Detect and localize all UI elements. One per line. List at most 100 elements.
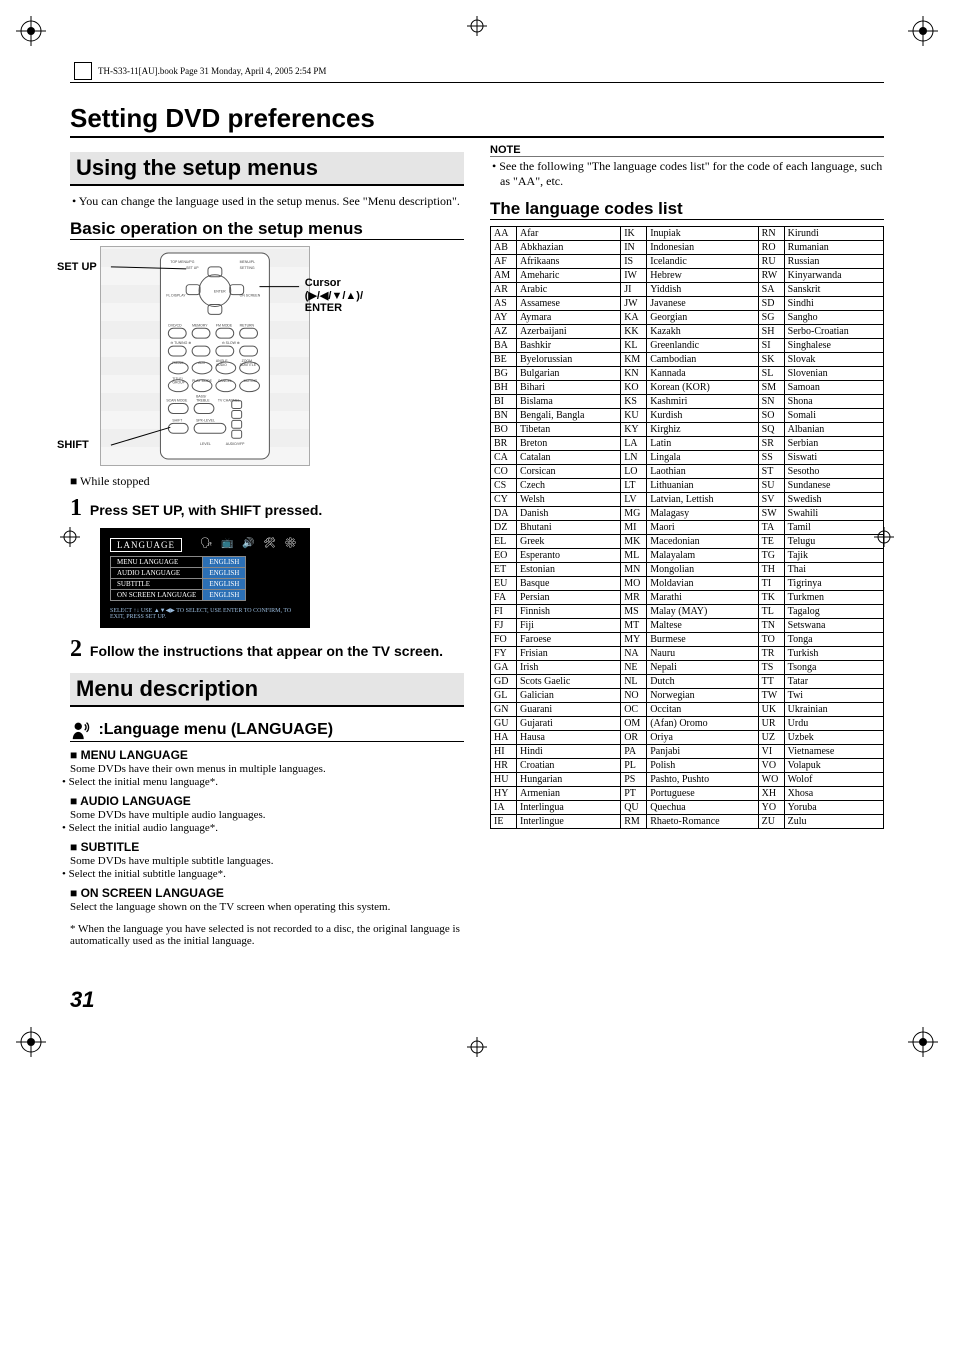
lang-code: SU bbox=[758, 479, 784, 493]
lang-code: TH bbox=[758, 563, 784, 577]
lang-name: Twi bbox=[784, 689, 883, 703]
lang-name: Zulu bbox=[784, 815, 883, 829]
lang-name: Gujarati bbox=[517, 717, 621, 731]
lang-name: Serbo-Croatian bbox=[784, 325, 883, 339]
table-row: ELGreekMKMacedonianTETelugu bbox=[491, 535, 884, 549]
lang-code: SK bbox=[758, 353, 784, 367]
lang-code: KU bbox=[621, 409, 647, 423]
lang-code: KY bbox=[621, 423, 647, 437]
lang-code: BN bbox=[491, 409, 517, 423]
lang-code: BA bbox=[491, 339, 517, 353]
lang-code: TO bbox=[758, 633, 784, 647]
menu-description-heading: Menu description bbox=[70, 673, 464, 707]
table-row: IEInterlingueRMRhaeto-RomanceZUZulu bbox=[491, 815, 884, 829]
table-row: GLGalicianNONorwegianTWTwi bbox=[491, 689, 884, 703]
lang-code: HR bbox=[491, 759, 517, 773]
lang-name: Serbian bbox=[784, 437, 883, 451]
table-row: GNGuaraniOCOccitanUKUkrainian bbox=[491, 703, 884, 717]
lang-code: MK bbox=[621, 535, 647, 549]
lang-name: Kinyarwanda bbox=[784, 269, 883, 283]
lang-name: Scots Gaelic bbox=[517, 675, 621, 689]
lang-code: SN bbox=[758, 395, 784, 409]
lang-code: ST bbox=[758, 465, 784, 479]
lang-name: Portuguese bbox=[647, 787, 758, 801]
table-row: ASAssameseJWJavaneseSDSindhi bbox=[491, 297, 884, 311]
lang-name: Singhalese bbox=[784, 339, 883, 353]
svg-text:⊖ TUNING ⊕: ⊖ TUNING ⊕ bbox=[170, 341, 191, 345]
lang-name: Thai bbox=[784, 563, 883, 577]
lang-name: Turkmen bbox=[784, 591, 883, 605]
lang-name: Kurdish bbox=[647, 409, 758, 423]
footnote: * When the language you have selected is… bbox=[70, 923, 464, 947]
svg-text:RETURN: RETURN bbox=[240, 323, 255, 327]
lang-code: TL bbox=[758, 605, 784, 619]
remote-label-enter: ENTER bbox=[305, 302, 342, 314]
lang-name: Nauru bbox=[647, 647, 758, 661]
lang-name: Lithuanian bbox=[647, 479, 758, 493]
lang-code: BG bbox=[491, 367, 517, 381]
lang-code: PA bbox=[621, 745, 647, 759]
lang-code: BI bbox=[491, 395, 517, 409]
lang-code: MT bbox=[621, 619, 647, 633]
lang-code: LV bbox=[621, 493, 647, 507]
table-row: CYWelshLVLatvian, LettishSVSwedish bbox=[491, 493, 884, 507]
lang-code: KM bbox=[621, 353, 647, 367]
lang-name: Tajik bbox=[784, 549, 883, 563]
step-number-2: 2 bbox=[70, 636, 82, 662]
table-row: BOTibetanKYKirghizSQAlbanian bbox=[491, 423, 884, 437]
person-speaking-icon bbox=[70, 719, 92, 741]
lang-code: AS bbox=[491, 297, 517, 311]
lang-name: (Afan) Oromo bbox=[647, 717, 758, 731]
setting-item-label: AUDIO LANGUAGE bbox=[70, 794, 464, 808]
table-row: BHBihariKOKorean (KOR)SMSamoan bbox=[491, 381, 884, 395]
table-row: ABAbkhazianINIndonesianRORumanian bbox=[491, 241, 884, 255]
table-row: HIHindiPAPanjabiVIVietnamese bbox=[491, 745, 884, 759]
lang-name: Swedish bbox=[784, 493, 883, 507]
lang-name: Malay (MAY) bbox=[647, 605, 758, 619]
lang-name: Assamese bbox=[517, 297, 621, 311]
left-column: Using the setup menus You can change the… bbox=[70, 142, 464, 1013]
svg-text:ENTER: ENTER bbox=[214, 290, 226, 294]
lang-name: Tonga bbox=[784, 633, 883, 647]
table-row: BIBislamaKSKashmiriSNShona bbox=[491, 395, 884, 409]
lang-code: SI bbox=[758, 339, 784, 353]
crop-mark-icon bbox=[60, 527, 80, 547]
lang-code: QU bbox=[621, 801, 647, 815]
lang-name: Abkhazian bbox=[517, 241, 621, 255]
lang-code: CY bbox=[491, 493, 517, 507]
lang-code: AA bbox=[491, 227, 517, 241]
lang-name: Javanese bbox=[647, 297, 758, 311]
lang-name: Latin bbox=[647, 437, 758, 451]
crop-mark-icon bbox=[874, 527, 894, 547]
lang-name: Tibetan bbox=[517, 423, 621, 437]
lang-name: Arabic bbox=[517, 283, 621, 297]
lang-code: HA bbox=[491, 731, 517, 745]
lang-name: Kashmiri bbox=[647, 395, 758, 409]
lang-code: OR bbox=[621, 731, 647, 745]
lang-name: Volapuk bbox=[784, 759, 883, 773]
lang-name: Macedonian bbox=[647, 535, 758, 549]
step-1-text: Press SET UP, with SHIFT pressed. bbox=[90, 502, 322, 518]
lang-code: MG bbox=[621, 507, 647, 521]
lang-code: AY bbox=[491, 311, 517, 325]
lang-code: FO bbox=[491, 633, 517, 647]
lang-code: SD bbox=[758, 297, 784, 311]
step-1: 1 Press SET UP, with SHIFT pressed. bbox=[70, 495, 464, 522]
lang-code: MI bbox=[621, 521, 647, 535]
lang-name: Mongolian bbox=[647, 563, 758, 577]
step-number-1: 1 bbox=[70, 495, 82, 521]
svg-text:MUTING: MUTING bbox=[244, 379, 258, 383]
lang-name: Vietnamese bbox=[784, 745, 883, 759]
table-row: GDScots GaelicNLDutchTTTatar bbox=[491, 675, 884, 689]
tv-menu-title: LANGUAGE bbox=[110, 538, 182, 552]
svg-text:SET UP: SET UP bbox=[186, 266, 199, 270]
table-row: BEByelorussianKMCambodianSKSlovak bbox=[491, 353, 884, 367]
lang-name: Samoan bbox=[784, 381, 883, 395]
table-row: EUBasqueMOMoldavianTITigrinya bbox=[491, 577, 884, 591]
setting-item-bullet: Select the initial subtitle language*. bbox=[70, 868, 464, 880]
lang-name: Finnish bbox=[517, 605, 621, 619]
lang-name: Inupiak bbox=[647, 227, 758, 241]
lang-name: Bengali, Bangla bbox=[517, 409, 621, 423]
lang-name: Hebrew bbox=[647, 269, 758, 283]
lang-name: Albanian bbox=[784, 423, 883, 437]
